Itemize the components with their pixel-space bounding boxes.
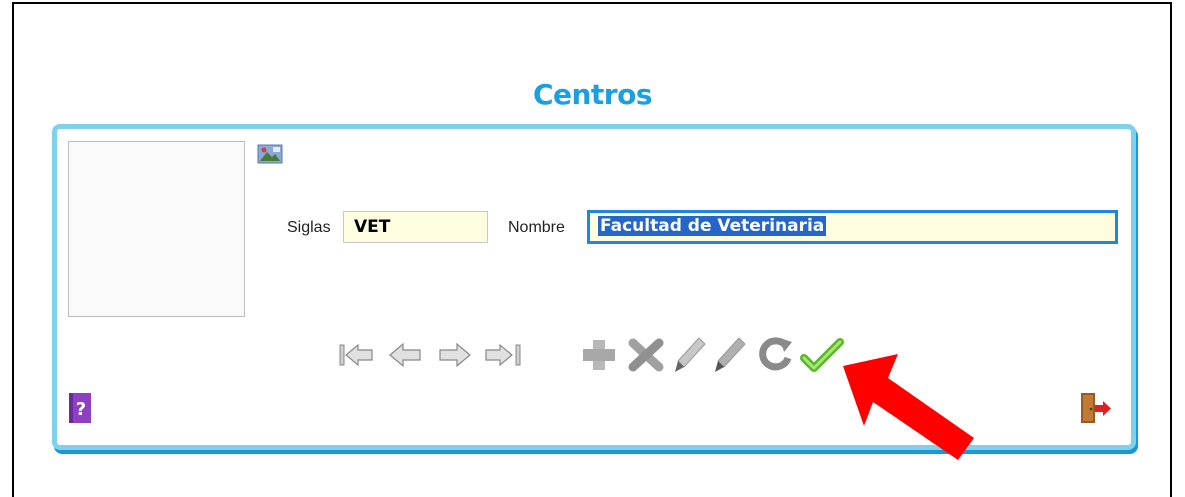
edit-icon[interactable] (672, 334, 708, 376)
first-record-icon[interactable] (338, 340, 378, 370)
next-record-icon[interactable] (434, 340, 474, 370)
nombre-label: Nombre (508, 219, 565, 236)
nombre-field[interactable]: Facultad de Veterinaria (587, 210, 1118, 244)
siglas-label: Siglas (287, 219, 331, 236)
nombre-value: Facultad de Veterinaria (598, 216, 827, 236)
siglas-field[interactable]: VET (343, 211, 488, 243)
refresh-icon[interactable] (756, 336, 796, 374)
delete-icon[interactable] (626, 336, 666, 374)
svg-text:?: ? (76, 399, 86, 420)
edit-alt-icon[interactable] (712, 334, 748, 376)
add-icon[interactable] (579, 336, 619, 374)
photo-placeholder[interactable] (68, 141, 245, 317)
exit-icon[interactable] (1079, 392, 1113, 424)
page-title: Centros (532, 78, 653, 111)
annotation-arrow (843, 354, 974, 460)
last-record-icon[interactable] (480, 340, 524, 370)
siglas-value: VET (354, 217, 391, 237)
help-icon[interactable]: ? (69, 393, 91, 423)
image-icon[interactable] (257, 143, 283, 165)
previous-record-icon[interactable] (386, 340, 426, 370)
